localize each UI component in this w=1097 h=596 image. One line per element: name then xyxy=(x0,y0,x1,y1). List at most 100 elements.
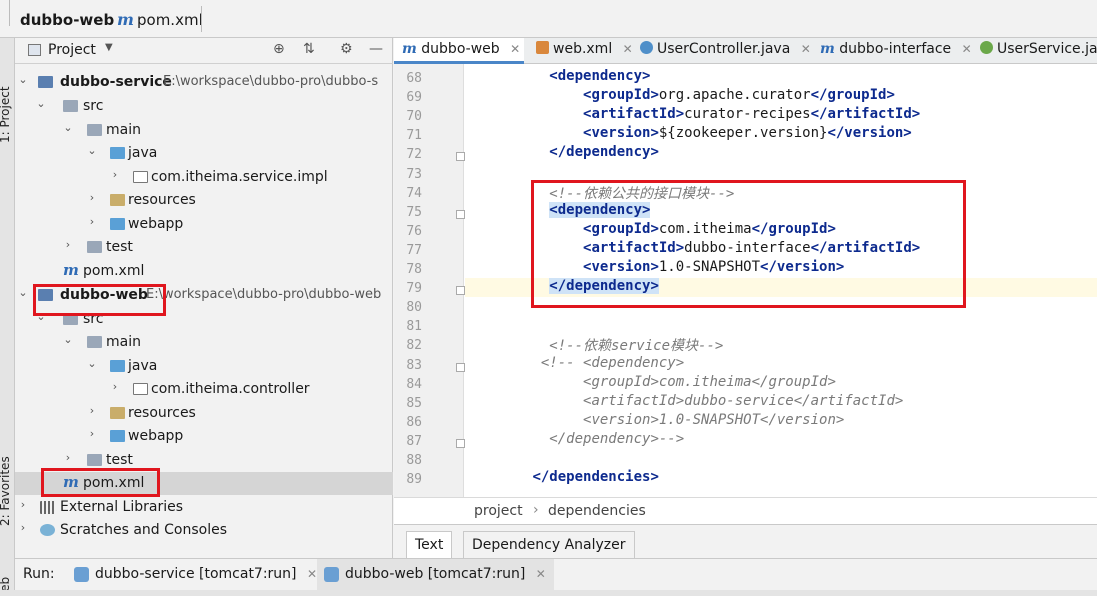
tab-web-xml[interactable]: web.xml ✕ xyxy=(528,38,633,64)
tree-node-file[interactable]: m pom.xml xyxy=(15,260,393,283)
close-icon[interactable]: ✕ xyxy=(307,567,317,581)
tree-node-scratches[interactable]: › Scratches and Consoles xyxy=(15,519,393,542)
chevron-right-icon[interactable]: › xyxy=(17,521,29,534)
tab-user-controller[interactable]: UserController.java ✕ xyxy=(632,38,811,64)
line-number: 80 xyxy=(406,300,422,316)
code-token: <artifactId>dubbo-service</artifactId> xyxy=(583,392,904,409)
close-icon[interactable]: ✕ xyxy=(962,42,972,56)
gear-icon[interactable]: ⚙ xyxy=(340,41,353,57)
chevron-right-icon[interactable]: › xyxy=(86,215,98,228)
chevron-down-icon[interactable]: ⌄ xyxy=(17,73,29,86)
chevron-right-icon[interactable]: › xyxy=(17,498,29,511)
code-line[interactable]: <!--依赖service模块--> xyxy=(465,335,1097,354)
locate-icon[interactable]: ⊕ xyxy=(273,41,285,57)
tree-node-libraries[interactable]: › External Libraries xyxy=(15,496,393,519)
code-line[interactable]: <version>${zookeeper.version}</version> xyxy=(465,125,1097,144)
tree-node-folder[interactable]: ⌄ main xyxy=(15,119,393,142)
chevron-down-icon[interactable]: ⌄ xyxy=(35,97,47,110)
package-icon xyxy=(133,171,148,183)
tree-node-folder[interactable]: › test xyxy=(15,236,393,259)
code-token: </dependency>--> xyxy=(549,430,685,447)
code-line[interactable]: </dependency>--> xyxy=(465,431,1097,450)
tree-label: test xyxy=(106,239,133,255)
fold-marker-icon[interactable] xyxy=(456,286,465,296)
code-line[interactable]: <groupId>com.itheima</groupId> xyxy=(465,374,1097,393)
breadcrumb-separator xyxy=(201,6,202,32)
tomcat-icon xyxy=(74,567,89,582)
tree-node-folder[interactable]: ⌄ src xyxy=(15,95,393,118)
fold-marker-icon[interactable] xyxy=(456,209,465,219)
tree-node-package[interactable]: › com.itheima.service.impl xyxy=(15,166,393,189)
project-tool-button[interactable]: 1: Project xyxy=(0,86,12,143)
code-token: <dependency> xyxy=(549,68,651,84)
chevron-down-icon[interactable]: ⌄ xyxy=(62,333,74,346)
tree-node-package[interactable]: › com.itheima.controller xyxy=(15,378,393,401)
chevron-down-icon[interactable]: ⌄ xyxy=(17,286,29,299)
run-tab-dubbo-service[interactable]: dubbo-service [tomcat7:run] ✕ xyxy=(67,559,325,591)
folder-icon xyxy=(87,241,102,253)
tree-node-folder[interactable]: › resources xyxy=(15,402,393,425)
collapse-all-icon[interactable]: ⇅ xyxy=(303,41,315,57)
tree-node-folder[interactable]: › webapp xyxy=(15,425,393,448)
chevron-right-icon[interactable]: › xyxy=(86,427,98,440)
code-line[interactable]: <artifactId>curator-recipes</artifactId> xyxy=(465,106,1097,125)
code-line[interactable]: </dependency> xyxy=(465,144,1097,163)
tab-user-service[interactable]: UserService.java xyxy=(972,38,1097,64)
close-icon[interactable]: ✕ xyxy=(536,567,546,581)
tab-text[interactable]: Text xyxy=(406,531,453,559)
tab-dubbo-interface[interactable]: m dubbo-interface ✕ xyxy=(812,38,972,64)
breadcrumb-dependencies-tag[interactable]: dependencies xyxy=(548,503,646,519)
code-line[interactable] xyxy=(465,316,1097,335)
chevron-right-icon[interactable]: › xyxy=(86,404,98,417)
code-line[interactable] xyxy=(465,450,1097,469)
fold-marker-icon[interactable] xyxy=(456,152,465,162)
chevron-right-icon[interactable]: › xyxy=(62,238,74,251)
tree-node-folder[interactable]: ⌄ main xyxy=(15,331,393,354)
fold-marker-icon[interactable] xyxy=(456,438,465,448)
project-view-selector[interactable]: Project xyxy=(48,42,96,58)
close-icon[interactable]: ✕ xyxy=(510,42,520,56)
status-edge xyxy=(0,590,1097,596)
hide-icon[interactable]: — xyxy=(369,41,383,57)
breadcrumb-file[interactable]: pom.xml xyxy=(137,11,203,29)
code-token: org.apache.curator xyxy=(658,87,811,104)
chevron-down-icon[interactable]: ⌄ xyxy=(86,144,98,157)
folder-icon xyxy=(87,124,102,136)
chevron-right-icon[interactable]: › xyxy=(109,380,121,393)
tree-node-folder[interactable]: ⌄ java xyxy=(15,355,393,378)
code-line[interactable]: <version>1.0-SNAPSHOT</version> xyxy=(465,412,1097,431)
close-icon[interactable]: ✕ xyxy=(801,42,811,56)
favorites-tool-button[interactable]: 2: Favorites xyxy=(0,456,12,526)
line-number: 86 xyxy=(406,414,422,430)
source-folder-icon xyxy=(110,147,125,159)
breadcrumb-project-tag[interactable]: project xyxy=(474,503,523,519)
chevron-right-icon[interactable]: › xyxy=(86,191,98,204)
tree-node-folder[interactable]: › webapp xyxy=(15,213,393,236)
chevron-right-icon[interactable]: › xyxy=(109,168,121,181)
tab-dubbo-web[interactable]: m dubbo-web ✕ xyxy=(394,38,524,64)
run-label: Run: xyxy=(23,566,55,582)
chevron-down-icon[interactable]: ⌄ xyxy=(62,121,74,134)
tab-dependency-analyzer[interactable]: Dependency Analyzer xyxy=(463,531,635,559)
code-token: <!-- <dependency> xyxy=(540,354,685,371)
line-number-gutter: 68 69 70 71 72 73 74 75 76 77 78 79 80 81 82 83 84 85 86 87… xyxy=(394,64,465,497)
chevron-down-icon[interactable]: ▼ xyxy=(105,42,113,53)
editor-tabs: m dubbo-web ✕ web.xml ✕ UserController.j… xyxy=(394,38,1097,64)
fold-marker-icon[interactable] xyxy=(456,362,465,372)
code-line[interactable]: <artifactId>dubbo-service</artifactId> xyxy=(465,393,1097,412)
code-line[interactable]: <dependency> xyxy=(465,68,1097,87)
libraries-icon xyxy=(40,501,55,514)
web-folder-icon xyxy=(110,218,125,230)
code-line[interactable]: <!-- <dependency> xyxy=(465,355,1097,374)
run-tab-dubbo-web[interactable]: dubbo-web [tomcat7:run] ✕ xyxy=(317,559,554,591)
tree-node-folder[interactable]: › resources xyxy=(15,189,393,212)
breadcrumb-project[interactable]: dubbo-web xyxy=(20,11,114,29)
tree-node-module[interactable]: ⌄ dubbo-service E:\workspace\dubbo-pro\d… xyxy=(15,71,393,94)
chevron-right-icon[interactable]: › xyxy=(62,451,74,464)
code-line[interactable]: <groupId>org.apache.curator</groupId> xyxy=(465,87,1097,106)
chevron-down-icon[interactable]: ⌄ xyxy=(86,357,98,370)
tree-node-folder[interactable]: ⌄ java xyxy=(15,142,393,165)
code-line[interactable]: </dependencies> xyxy=(465,469,1097,488)
